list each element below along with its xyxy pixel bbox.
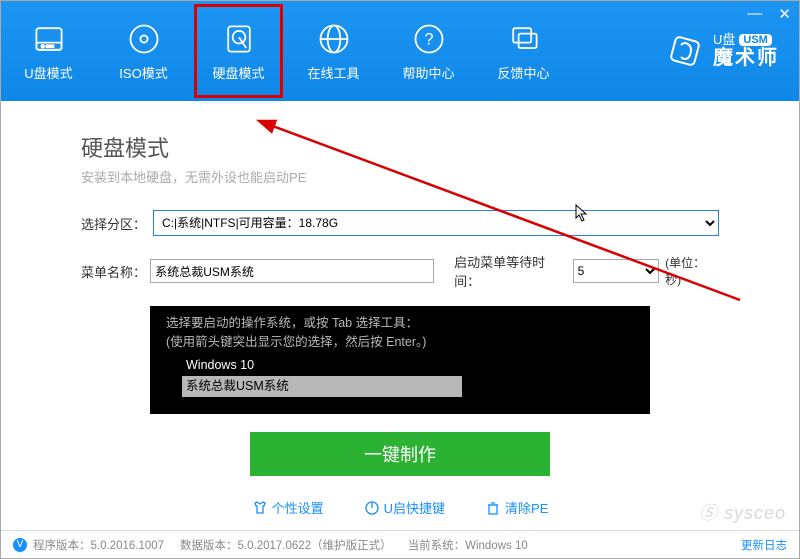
boot-hint-1: 选择要启动的操作系统，或按 Tab 选择工具： <box>166 314 634 333</box>
tab-help-center[interactable]: ? 帮助中心 <box>381 1 476 101</box>
page-subtitle: 安装到本地硬盘，无需外设也能启动PE <box>81 167 719 186</box>
boot-os-usm: 系统总裁USM系统 <box>182 376 462 397</box>
shirt-icon <box>252 500 268 516</box>
menuname-label: 菜单名称： <box>81 262 150 281</box>
status-program-version: 程序版本：5.0.2016.1007 <box>33 537 164 553</box>
link-boot-shortcut[interactable]: U启快捷键 <box>364 498 445 517</box>
link-label: 个性设置 <box>272 498 324 517</box>
boot-os-windows10: Windows 10 <box>166 356 634 375</box>
close-button[interactable]: ✕ <box>778 5 791 23</box>
partition-select[interactable]: C:|系统|NTFS|可用容量：18.78G <box>153 210 719 236</box>
link-update-log[interactable]: 更新日志 <box>741 537 787 553</box>
titlebar: — ✕ U盘模式 ISO模式 硬盘模式 在线工具 ? 帮助中心 <box>1 1 799 101</box>
link-personal-settings[interactable]: 个性设置 <box>252 498 324 517</box>
bootwait-select[interactable]: 5 <box>573 259 660 283</box>
make-button[interactable]: 一键制作 <box>250 432 550 476</box>
status-bar: V 程序版本：5.0.2016.1007 数据版本：5.0.2017.0622（… <box>1 530 799 558</box>
link-clear-pe[interactable]: 清除PE <box>485 498 548 517</box>
link-label: 清除PE <box>505 498 548 517</box>
tab-label: 反馈中心 <box>497 63 549 82</box>
svg-text:?: ? <box>424 30 433 48</box>
tab-label: 在线工具 <box>307 63 359 82</box>
power-icon <box>364 500 380 516</box>
status-data-version: 数据版本：5.0.2017.0622（维护版正式） <box>180 537 392 553</box>
page-title: 硬盘模式 <box>81 131 719 163</box>
brand-usm: USM <box>739 34 771 46</box>
brand-big: 魔术师 <box>713 47 779 69</box>
link-label: U启快捷键 <box>384 498 445 517</box>
usb-icon <box>31 21 67 57</box>
boot-preview: 选择要启动的操作系统，或按 Tab 选择工具： (使用箭头键突出显示您的选择，然… <box>150 306 650 414</box>
hdd-icon <box>221 21 257 57</box>
mode-tabs: U盘模式 ISO模式 硬盘模式 在线工具 ? 帮助中心 反馈中心 <box>1 1 571 101</box>
tab-hdd-mode[interactable]: 硬盘模式 <box>191 1 286 101</box>
globe-icon <box>316 21 352 57</box>
help-icon: ? <box>411 21 447 57</box>
bootwait-label: 启动菜单等待时间： <box>454 252 567 290</box>
trash-icon <box>485 500 501 516</box>
boot-hint-2: (使用箭头键突出显示您的选择，然后按 Enter。) <box>166 333 634 352</box>
tab-usb-mode[interactable]: U盘模式 <box>1 1 96 101</box>
brand-logo: U盘 USM 魔术师 <box>665 31 779 71</box>
minimize-button[interactable]: — <box>747 5 762 23</box>
tab-label: 硬盘模式 <box>212 63 264 82</box>
brand-icon <box>665 31 705 71</box>
feedback-icon <box>506 21 542 57</box>
status-current-os: 当前系统：Windows 10 <box>408 537 528 553</box>
tab-feedback-center[interactable]: 反馈中心 <box>476 1 571 101</box>
brand-small: U盘 <box>713 33 735 47</box>
tab-label: U盘模式 <box>24 63 72 82</box>
version-badge: V <box>13 538 27 552</box>
tab-label: ISO模式 <box>119 63 167 82</box>
menuname-input[interactable] <box>150 259 434 283</box>
main-content: 硬盘模式 安装到本地硬盘，无需外设也能启动PE 选择分区： C:|系统|NTFS… <box>1 101 799 530</box>
tab-iso-mode[interactable]: ISO模式 <box>96 1 191 101</box>
disc-icon <box>126 21 162 57</box>
tab-online-tools[interactable]: 在线工具 <box>286 1 381 101</box>
partition-label: 选择分区： <box>81 214 153 233</box>
tab-label: 帮助中心 <box>402 63 454 82</box>
bootwait-unit: (单位：秒) <box>665 254 719 288</box>
